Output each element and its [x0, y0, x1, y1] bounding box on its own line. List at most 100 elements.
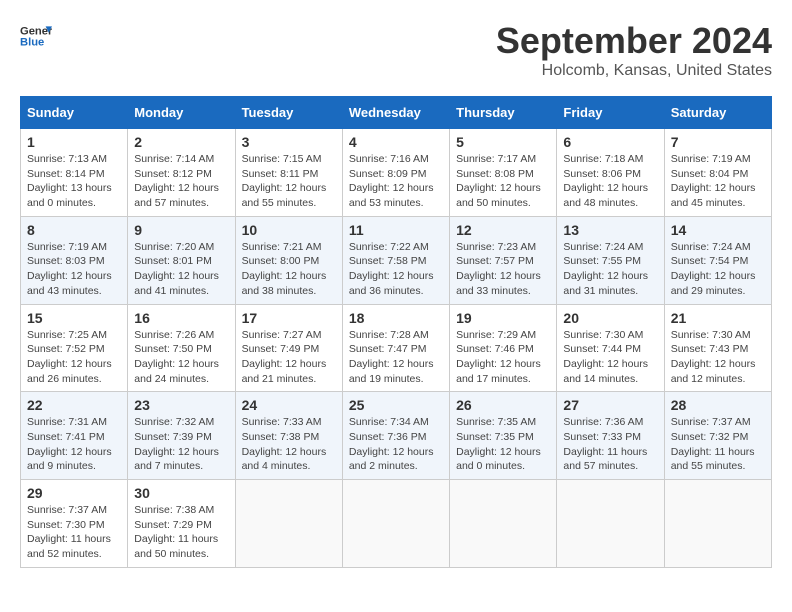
day-info: Sunrise: 7:16 AMSunset: 8:09 PMDaylight:…: [349, 152, 443, 211]
day-number: 22: [27, 397, 121, 413]
day-info: Sunrise: 7:20 AMSunset: 8:01 PMDaylight:…: [134, 240, 228, 299]
day-info: Sunrise: 7:21 AMSunset: 8:00 PMDaylight:…: [242, 240, 336, 299]
day-info: Sunrise: 7:22 AMSunset: 7:58 PMDaylight:…: [349, 240, 443, 299]
weekday-header-row: Sunday Monday Tuesday Wednesday Thursday…: [21, 97, 772, 129]
day-cell: 4 Sunrise: 7:16 AMSunset: 8:09 PMDayligh…: [342, 129, 449, 217]
calendar-header: Sunday Monday Tuesday Wednesday Thursday…: [21, 97, 772, 129]
svg-text:Blue: Blue: [20, 37, 44, 49]
day-info: Sunrise: 7:26 AMSunset: 7:50 PMDaylight:…: [134, 328, 228, 387]
day-number: 13: [563, 222, 657, 238]
day-number: 9: [134, 222, 228, 238]
day-number: 16: [134, 310, 228, 326]
day-number: 17: [242, 310, 336, 326]
day-cell: 1 Sunrise: 7:13 AMSunset: 8:14 PMDayligh…: [21, 129, 128, 217]
empty-cell: [450, 480, 557, 568]
day-cell: 8 Sunrise: 7:19 AMSunset: 8:03 PMDayligh…: [21, 216, 128, 304]
day-cell: 18 Sunrise: 7:28 AMSunset: 7:47 PMDaylig…: [342, 304, 449, 392]
header-sunday: Sunday: [21, 97, 128, 129]
day-number: 2: [134, 134, 228, 150]
day-info: Sunrise: 7:25 AMSunset: 7:52 PMDaylight:…: [27, 328, 121, 387]
day-number: 14: [671, 222, 765, 238]
day-number: 20: [563, 310, 657, 326]
header-saturday: Saturday: [664, 97, 771, 129]
calendar-week-row: 15 Sunrise: 7:25 AMSunset: 7:52 PMDaylig…: [21, 304, 772, 392]
day-number: 23: [134, 397, 228, 413]
day-cell: 17 Sunrise: 7:27 AMSunset: 7:49 PMDaylig…: [235, 304, 342, 392]
day-cell: 10 Sunrise: 7:21 AMSunset: 8:00 PMDaylig…: [235, 216, 342, 304]
day-number: 5: [456, 134, 550, 150]
day-cell: 11 Sunrise: 7:22 AMSunset: 7:58 PMDaylig…: [342, 216, 449, 304]
empty-cell: [342, 480, 449, 568]
day-number: 29: [27, 485, 121, 501]
day-cell: 7 Sunrise: 7:19 AMSunset: 8:04 PMDayligh…: [664, 129, 771, 217]
title-area: September 2024 Holcomb, Kansas, United S…: [496, 20, 772, 80]
day-cell: 29 Sunrise: 7:37 AMSunset: 7:30 PMDaylig…: [21, 480, 128, 568]
day-cell: 22 Sunrise: 7:31 AMSunset: 7:41 PMDaylig…: [21, 392, 128, 480]
day-info: Sunrise: 7:35 AMSunset: 7:35 PMDaylight:…: [456, 415, 550, 474]
calendar-week-row: 1 Sunrise: 7:13 AMSunset: 8:14 PMDayligh…: [21, 129, 772, 217]
day-number: 18: [349, 310, 443, 326]
day-cell: 20 Sunrise: 7:30 AMSunset: 7:44 PMDaylig…: [557, 304, 664, 392]
day-info: Sunrise: 7:13 AMSunset: 8:14 PMDaylight:…: [27, 152, 121, 211]
day-cell: 12 Sunrise: 7:23 AMSunset: 7:57 PMDaylig…: [450, 216, 557, 304]
day-info: Sunrise: 7:24 AMSunset: 7:55 PMDaylight:…: [563, 240, 657, 299]
day-number: 11: [349, 222, 443, 238]
day-info: Sunrise: 7:24 AMSunset: 7:54 PMDaylight:…: [671, 240, 765, 299]
empty-cell: [557, 480, 664, 568]
day-cell: 16 Sunrise: 7:26 AMSunset: 7:50 PMDaylig…: [128, 304, 235, 392]
day-number: 12: [456, 222, 550, 238]
day-cell: 26 Sunrise: 7:35 AMSunset: 7:35 PMDaylig…: [450, 392, 557, 480]
day-cell: 15 Sunrise: 7:25 AMSunset: 7:52 PMDaylig…: [21, 304, 128, 392]
empty-cell: [664, 480, 771, 568]
day-cell: 25 Sunrise: 7:34 AMSunset: 7:36 PMDaylig…: [342, 392, 449, 480]
day-number: 27: [563, 397, 657, 413]
day-cell: 13 Sunrise: 7:24 AMSunset: 7:55 PMDaylig…: [557, 216, 664, 304]
day-cell: 9 Sunrise: 7:20 AMSunset: 8:01 PMDayligh…: [128, 216, 235, 304]
calendar-table: Sunday Monday Tuesday Wednesday Thursday…: [20, 96, 772, 568]
day-number: 30: [134, 485, 228, 501]
day-info: Sunrise: 7:37 AMSunset: 7:32 PMDaylight:…: [671, 415, 765, 474]
day-number: 7: [671, 134, 765, 150]
calendar-body: 1 Sunrise: 7:13 AMSunset: 8:14 PMDayligh…: [21, 129, 772, 568]
day-info: Sunrise: 7:28 AMSunset: 7:47 PMDaylight:…: [349, 328, 443, 387]
day-info: Sunrise: 7:31 AMSunset: 7:41 PMDaylight:…: [27, 415, 121, 474]
day-info: Sunrise: 7:14 AMSunset: 8:12 PMDaylight:…: [134, 152, 228, 211]
day-number: 3: [242, 134, 336, 150]
header-thursday: Thursday: [450, 97, 557, 129]
month-title: September 2024: [496, 20, 772, 62]
day-number: 6: [563, 134, 657, 150]
logo: General Blue: [20, 20, 52, 52]
day-info: Sunrise: 7:34 AMSunset: 7:36 PMDaylight:…: [349, 415, 443, 474]
logo-icon: General Blue: [20, 20, 52, 52]
day-cell: 21 Sunrise: 7:30 AMSunset: 7:43 PMDaylig…: [664, 304, 771, 392]
day-info: Sunrise: 7:37 AMSunset: 7:30 PMDaylight:…: [27, 503, 121, 562]
day-info: Sunrise: 7:33 AMSunset: 7:38 PMDaylight:…: [242, 415, 336, 474]
day-number: 19: [456, 310, 550, 326]
header-friday: Friday: [557, 97, 664, 129]
header-wednesday: Wednesday: [342, 97, 449, 129]
day-cell: 3 Sunrise: 7:15 AMSunset: 8:11 PMDayligh…: [235, 129, 342, 217]
day-number: 4: [349, 134, 443, 150]
day-info: Sunrise: 7:29 AMSunset: 7:46 PMDaylight:…: [456, 328, 550, 387]
calendar-week-row: 8 Sunrise: 7:19 AMSunset: 8:03 PMDayligh…: [21, 216, 772, 304]
calendar-week-row: 29 Sunrise: 7:37 AMSunset: 7:30 PMDaylig…: [21, 480, 772, 568]
day-info: Sunrise: 7:23 AMSunset: 7:57 PMDaylight:…: [456, 240, 550, 299]
day-number: 15: [27, 310, 121, 326]
day-info: Sunrise: 7:15 AMSunset: 8:11 PMDaylight:…: [242, 152, 336, 211]
day-number: 25: [349, 397, 443, 413]
day-info: Sunrise: 7:30 AMSunset: 7:43 PMDaylight:…: [671, 328, 765, 387]
day-cell: 24 Sunrise: 7:33 AMSunset: 7:38 PMDaylig…: [235, 392, 342, 480]
day-info: Sunrise: 7:19 AMSunset: 8:04 PMDaylight:…: [671, 152, 765, 211]
day-info: Sunrise: 7:17 AMSunset: 8:08 PMDaylight:…: [456, 152, 550, 211]
calendar-week-row: 22 Sunrise: 7:31 AMSunset: 7:41 PMDaylig…: [21, 392, 772, 480]
day-info: Sunrise: 7:27 AMSunset: 7:49 PMDaylight:…: [242, 328, 336, 387]
day-number: 10: [242, 222, 336, 238]
empty-cell: [235, 480, 342, 568]
day-cell: 14 Sunrise: 7:24 AMSunset: 7:54 PMDaylig…: [664, 216, 771, 304]
day-cell: 19 Sunrise: 7:29 AMSunset: 7:46 PMDaylig…: [450, 304, 557, 392]
day-number: 28: [671, 397, 765, 413]
day-info: Sunrise: 7:19 AMSunset: 8:03 PMDaylight:…: [27, 240, 121, 299]
day-info: Sunrise: 7:18 AMSunset: 8:06 PMDaylight:…: [563, 152, 657, 211]
day-cell: 6 Sunrise: 7:18 AMSunset: 8:06 PMDayligh…: [557, 129, 664, 217]
day-info: Sunrise: 7:36 AMSunset: 7:33 PMDaylight:…: [563, 415, 657, 474]
